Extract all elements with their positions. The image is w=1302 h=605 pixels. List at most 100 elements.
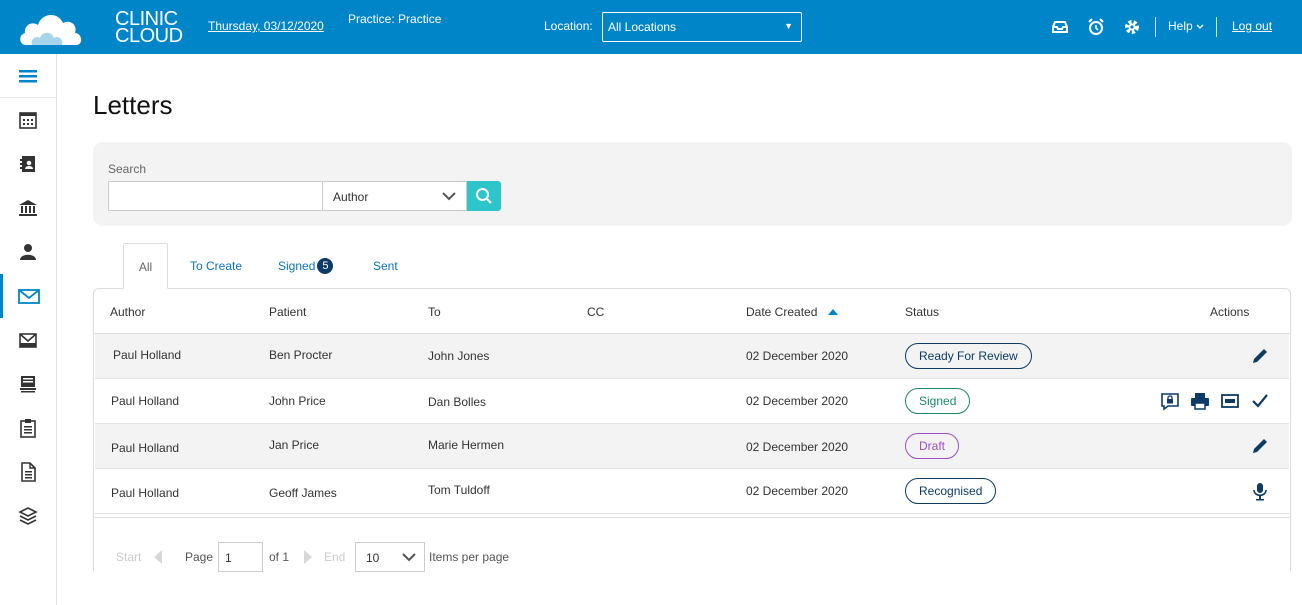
pager-end[interactable]: End	[324, 550, 345, 564]
edit-letter-button[interactable]	[1250, 346, 1270, 366]
cell-to: Marie Hermen	[428, 438, 505, 452]
sidebar-item-billing[interactable]	[0, 186, 57, 230]
person-icon	[20, 244, 36, 260]
cell-author: Paul Holland	[111, 486, 180, 500]
alarm-clock-icon[interactable]	[1086, 17, 1106, 37]
page-label: Page	[185, 550, 214, 564]
sidebar-item-contacts[interactable]	[0, 142, 57, 186]
cell-to: Tom Tuldoff	[428, 483, 490, 497]
header-divider	[1155, 17, 1156, 37]
page-size-select[interactable]: 10	[355, 542, 425, 572]
top-bar: CLINIC CLOUD Thursday, 03/12/2020 Practi…	[0, 0, 1302, 54]
cell-patient: Jan Price	[269, 438, 320, 452]
send-secure-message-button[interactable]	[1160, 391, 1180, 411]
edit-letter-button[interactable]	[1250, 436, 1270, 456]
edit-icon	[1253, 349, 1267, 363]
contacts-icon	[20, 156, 35, 172]
table-row[interactable]: Paul Holland Ben Procter John Jones 02 D…	[95, 334, 1289, 379]
checkmark-icon	[1252, 394, 1268, 408]
table-row[interactable]: Paul Holland Jan Price Marie Hermen 02 D…	[95, 424, 1289, 469]
pager-start[interactable]: Start	[116, 550, 141, 564]
sidebar-item-patients[interactable]	[0, 230, 57, 274]
search-field-value: Author	[333, 190, 369, 204]
page-count: of 1	[269, 550, 290, 564]
cell-author: Paul Holland	[111, 441, 180, 455]
calendar-icon	[19, 112, 37, 129]
status-badge: Signed	[905, 388, 971, 414]
mail-icon	[18, 289, 40, 304]
sidebar-item-menu[interactable]	[0, 54, 57, 98]
search-icon	[476, 188, 492, 204]
cell-date-created: 02 December 2020	[746, 484, 849, 498]
chevron-down-icon	[442, 192, 456, 201]
chevron-down-icon	[402, 553, 416, 562]
print-button[interactable]	[1190, 391, 1210, 411]
tab-all[interactable]: All	[123, 243, 168, 289]
minus-box-icon	[1221, 394, 1239, 408]
chevron-down-icon	[1196, 24, 1204, 29]
status-badge: Recognised	[905, 478, 997, 504]
edit-icon	[1253, 439, 1267, 453]
signed-count-badge: 5	[317, 258, 334, 274]
chevron-right-icon[interactable]	[302, 549, 314, 565]
table-row[interactable]: Paul Holland Geoff James Tom Tuldoff 02 …	[95, 469, 1289, 514]
location-value: All Locations	[608, 20, 677, 34]
tab-signed[interactable]: Signed 5	[278, 243, 334, 289]
column-header-actions: Actions	[1210, 305, 1250, 319]
search-input[interactable]	[108, 181, 323, 211]
clinic-cloud-logo[interactable]: CLINIC CLOUD	[18, 5, 183, 49]
cell-author: Paul Holland	[113, 348, 182, 362]
sort-ascending-icon	[827, 309, 838, 315]
status-badge: Ready For Review	[905, 343, 1032, 369]
tab-sent[interactable]: Sent	[373, 243, 398, 289]
lock-message-icon	[1161, 393, 1179, 411]
dictation-button[interactable]	[1250, 481, 1270, 501]
table-row[interactable]: Paul Holland John Price Dan Bolles 02 De…	[95, 379, 1289, 424]
tab-to-create[interactable]: To Create	[190, 243, 242, 289]
logout-link[interactable]: Log out	[1232, 19, 1272, 33]
inbox-icon[interactable]	[1050, 17, 1070, 37]
page-title: Letters	[93, 90, 173, 120]
logo-wordmark: CLINIC CLOUD	[115, 9, 183, 46]
cell-date-created: 02 December 2020	[746, 440, 849, 454]
fax-button[interactable]	[1220, 391, 1240, 411]
letters-table: Author Patient To CC Date Created Status…	[93, 288, 1291, 571]
sidebar-item-notes[interactable]	[0, 450, 57, 494]
mark-sent-button[interactable]	[1250, 391, 1270, 411]
inbox-mail-icon	[19, 333, 37, 348]
sidebar-item-inbox[interactable]	[0, 318, 57, 362]
column-header-status[interactable]: Status	[905, 305, 939, 319]
sidebar-item-tasks[interactable]	[0, 406, 57, 450]
column-header-patient[interactable]: Patient	[269, 305, 306, 319]
help-menu[interactable]: Help	[1168, 19, 1204, 33]
column-header-author[interactable]: Author	[110, 305, 145, 319]
date-created-label: Date Created	[746, 305, 818, 319]
cell-date-created: 02 December 2020	[746, 394, 849, 408]
bank-icon	[19, 200, 37, 216]
location-select[interactable]: All Locations ▼	[602, 12, 802, 42]
print-icon	[1191, 393, 1209, 410]
settings-gear-icon[interactable]	[1122, 17, 1142, 37]
sidebar	[0, 54, 57, 605]
sidebar-item-templates[interactable]	[0, 494, 57, 538]
search-field-select[interactable]: Author	[322, 181, 467, 211]
cell-patient: John Price	[269, 394, 326, 408]
current-date-link[interactable]: Thursday, 03/12/2020	[208, 19, 324, 33]
search-button[interactable]	[467, 181, 501, 211]
sidebar-item-documents[interactable]	[0, 362, 57, 406]
items-per-page-label: Items per page	[429, 550, 510, 564]
sidebar-item-letters[interactable]	[0, 274, 57, 318]
page-number-input[interactable]: 1	[218, 542, 263, 572]
chevron-left-icon[interactable]	[152, 549, 164, 565]
cell-date-created: 02 December 2020	[746, 349, 849, 363]
caret-down-icon: ▼	[784, 21, 793, 31]
layers-icon	[18, 507, 38, 525]
table-divider	[94, 517, 1290, 518]
sidebar-item-calendar[interactable]	[0, 98, 57, 142]
document-icon	[21, 462, 36, 482]
column-header-to[interactable]: To	[428, 305, 441, 319]
column-header-date-created[interactable]: Date Created	[746, 305, 839, 319]
page-size-value: 10	[366, 551, 380, 565]
column-header-cc[interactable]: CC	[587, 305, 604, 319]
status-badge: Draft	[905, 433, 960, 459]
